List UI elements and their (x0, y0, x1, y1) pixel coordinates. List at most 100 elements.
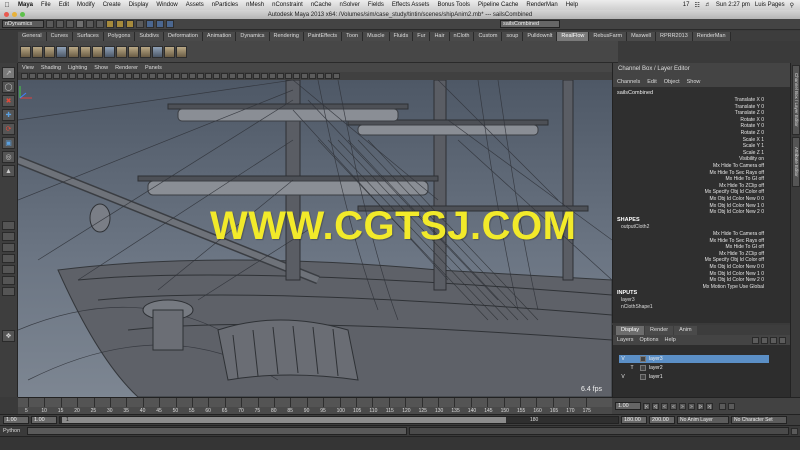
shelf-tab-pulldownlt[interactable]: Pulldownlt (523, 32, 558, 41)
shelf-tab-renderman[interactable]: RenderMan (692, 32, 731, 41)
channel-attribute[interactable]: Scale X 1 (743, 137, 764, 143)
menu-create[interactable]: Create (99, 2, 125, 8)
clock[interactable]: Sun 2:27 pm (716, 2, 750, 8)
viewport-menu-view[interactable]: View (22, 65, 34, 71)
shelf-tool-icon[interactable] (116, 45, 127, 58)
animation-end-field[interactable]: 200.00 (649, 416, 675, 424)
channel-attribute[interactable]: Mx Specify Obj Id Color off (705, 189, 764, 195)
shape-name[interactable]: outputCloth2 (621, 224, 649, 230)
select-object-icon[interactable] (86, 20, 94, 28)
select-component-icon[interactable] (96, 20, 104, 28)
menu-window[interactable]: Window (152, 2, 181, 8)
viewport-menu-lighting[interactable]: Lighting (68, 65, 87, 71)
channel-attribute[interactable]: Translate Z 0 (735, 110, 764, 116)
shelf-tab-ncloth[interactable]: nCloth (449, 32, 475, 41)
step-forward-key-button[interactable]: |> (697, 402, 704, 410)
snap-point-icon[interactable] (126, 20, 134, 28)
menu-bonus-tools[interactable]: Bonus Tools (433, 2, 474, 8)
viewport-menu-shading[interactable]: Shading (41, 65, 61, 71)
select-tool-icon[interactable]: ↗ (2, 67, 15, 79)
shelf-tab-dynamics[interactable]: Dynamics (236, 32, 270, 41)
channel-attribute[interactable]: Translate Y 0 (735, 104, 764, 110)
custom-layout-icon[interactable] (2, 276, 15, 285)
layer-row-layer2[interactable]: T layer2 (619, 364, 769, 372)
menu-pipeline-cache[interactable]: Pipeline Cache (474, 2, 522, 8)
volume-icon[interactable]: ♬ (705, 2, 711, 8)
playback-start-field[interactable]: 1.00 (31, 416, 57, 424)
scale-tool-icon[interactable]: ▣ (2, 137, 15, 149)
viewport-tool-icon[interactable] (53, 73, 60, 79)
shelf-tool-icon[interactable] (164, 45, 175, 58)
shelf-tab-animation[interactable]: Animation (202, 32, 237, 41)
shelf-tool-icon[interactable] (128, 45, 139, 58)
spotlight-search-icon[interactable]: ⚲ (790, 2, 794, 9)
layer-menu-layers[interactable]: Layers (617, 337, 634, 343)
viewport-tool-icon[interactable] (45, 73, 52, 79)
layer-menu-options[interactable]: Options (640, 337, 659, 343)
new-empty-layer-icon[interactable] (770, 336, 777, 344)
shape-attribute[interactable]: Mx Hide To ZClip off (719, 251, 764, 257)
menu-edit[interactable]: Edit (55, 2, 73, 8)
viewport-tool-icon[interactable] (301, 73, 308, 79)
shape-attribute[interactable]: Mx Hide To GI off (726, 244, 764, 250)
viewport-tool-icon[interactable] (269, 73, 276, 79)
shelf-tab-soup[interactable]: soup (502, 32, 524, 41)
move-layer-down-icon[interactable] (761, 336, 768, 344)
viewport-menu-show[interactable]: Show (94, 65, 108, 71)
viewport-tool-icon[interactable] (189, 73, 196, 79)
shelf-tab-deformation[interactable]: Deformation (163, 32, 203, 41)
animation-start-field[interactable]: 1.00 (3, 416, 29, 424)
zoom-window-button[interactable] (20, 12, 25, 17)
viewport-tool-icon[interactable] (325, 73, 332, 79)
menu-ncache[interactable]: nCache (307, 2, 336, 8)
apple-icon[interactable]:  (0, 2, 14, 9)
viewport-tool-icon[interactable] (29, 73, 36, 79)
shelf-tab-curves[interactable]: Curves (46, 32, 73, 41)
viewport-tool-icon[interactable] (93, 73, 100, 79)
menu-renderman[interactable]: RenderMan (522, 2, 561, 8)
shelf-tool-icon[interactable] (152, 45, 163, 58)
minimize-window-button[interactable] (12, 12, 17, 17)
save-scene-icon[interactable] (66, 20, 74, 28)
viewport-tool-icon[interactable] (117, 73, 124, 79)
range-slider[interactable]: 1 180 (59, 416, 619, 424)
viewport-tool-icon[interactable] (181, 73, 188, 79)
play-forwards-button[interactable]: > (679, 402, 686, 410)
channel-attribute[interactable]: Rotate Z 0 (741, 130, 764, 136)
layer-visibility-toggle[interactable]: V (619, 356, 627, 362)
menu-fields[interactable]: Fields (364, 2, 388, 8)
shelf-tab-polygons[interactable]: Polygons (103, 32, 136, 41)
shape-attribute[interactable]: Mx Obj Id Color New 0 0 (710, 264, 764, 270)
menu-maya[interactable]: Maya (14, 2, 37, 8)
anim-layer-selector[interactable]: No Anim Layer (677, 416, 729, 424)
script-editor-button[interactable] (791, 427, 798, 435)
viewport-tool-icon[interactable] (101, 73, 108, 79)
layer-row-layer3[interactable]: V layer3 (619, 355, 769, 363)
cb-menu-object[interactable]: Object (664, 79, 680, 85)
viewport-tool-icon[interactable] (37, 73, 44, 79)
cb-menu-show[interactable]: Show (687, 79, 701, 85)
snap-curve-icon[interactable] (116, 20, 124, 28)
channel-attribute[interactable]: Rotate Y 0 (741, 123, 764, 129)
shelf-tab-general[interactable]: General (18, 32, 47, 41)
viewport-tool-icon[interactable] (229, 73, 236, 79)
selected-object-name[interactable]: sailsCombined (617, 90, 653, 96)
shelf-tab-surfaces[interactable]: Surfaces (73, 32, 104, 41)
shelf-tool-icon[interactable] (140, 45, 151, 58)
channel-attribute[interactable]: Mx Obj Id Color New 2 0 (710, 209, 764, 215)
menu-assets[interactable]: Assets (182, 2, 208, 8)
viewport-tool-icon[interactable] (221, 73, 228, 79)
menu-nconstraint[interactable]: nConstraint (268, 2, 307, 8)
menu-effects-assets[interactable]: Effects Assets (388, 2, 434, 8)
command-language-toggle[interactable]: Python (3, 428, 25, 434)
cb-menu-edit[interactable]: Edit (647, 79, 656, 85)
input-item[interactable]: nClothShape1 (621, 304, 653, 310)
layer-color-swatch[interactable] (640, 374, 646, 380)
outliner-layout-icon[interactable] (2, 287, 15, 296)
paint-select-tool-icon[interactable]: ✖ (2, 95, 15, 107)
shape-attribute[interactable]: Mx Obj Id Color New 1 0 (710, 271, 764, 277)
shelf-tab-fluids[interactable]: Fluids (389, 32, 414, 41)
viewport-tool-icon[interactable] (133, 73, 140, 79)
close-window-button[interactable] (4, 12, 9, 17)
viewport-tool-icon[interactable] (317, 73, 324, 79)
